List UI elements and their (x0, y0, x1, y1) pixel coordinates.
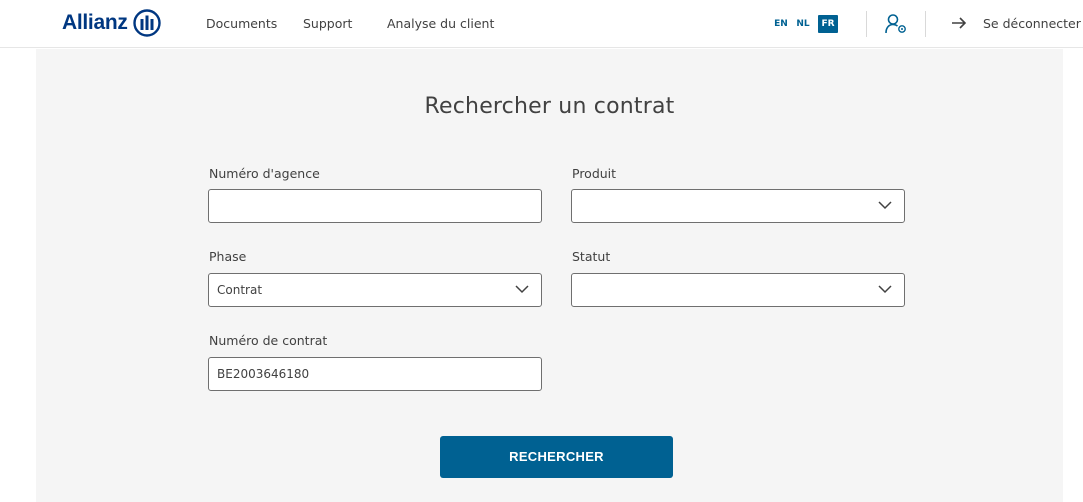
header-divider (866, 11, 867, 37)
language-fr-button[interactable]: FR (818, 15, 838, 33)
phase-label: Phase (209, 249, 247, 264)
search-button[interactable]: RECHERCHER (440, 436, 673, 478)
nav-documents-link[interactable]: Documents (206, 16, 277, 31)
phase-select[interactable]: Contrat (208, 273, 542, 307)
header-divider (925, 11, 926, 37)
nav-support-link[interactable]: Support (303, 16, 352, 31)
top-navigation-bar: Allianz Documents Support Analyse du cli… (0, 0, 1083, 48)
logout-arrow-icon[interactable] (950, 15, 968, 31)
search-contract-panel: Rechercher un contrat Numéro d'agence Pr… (36, 49, 1063, 502)
status-label: Statut (572, 249, 611, 264)
nav-analyse-client-link[interactable]: Analyse du client (387, 16, 494, 31)
product-select[interactable] (571, 189, 905, 223)
logout-link[interactable]: Se déconnecter (983, 16, 1081, 31)
chevron-down-icon (515, 285, 529, 294)
language-en-button[interactable]: EN (773, 15, 789, 33)
contract-number-label: Numéro de contrat (209, 333, 328, 348)
contract-number-input[interactable]: BE2003646180 (208, 357, 542, 391)
chevron-down-icon (878, 201, 892, 210)
allianz-logo[interactable]: Allianz (62, 9, 161, 37)
status-select[interactable] (571, 273, 905, 307)
allianz-eagle-icon (132, 9, 161, 37)
language-nl-button[interactable]: NL (795, 15, 811, 33)
agency-number-input[interactable] (208, 189, 542, 223)
chevron-down-icon (878, 285, 892, 294)
user-settings-icon[interactable] (884, 13, 908, 35)
logo-text: Allianz (62, 11, 128, 34)
page-title: Rechercher un contrat (424, 94, 675, 119)
phase-select-value: Contrat (217, 283, 263, 297)
product-label: Produit (572, 166, 617, 181)
agency-number-label: Numéro d'agence (209, 166, 320, 181)
